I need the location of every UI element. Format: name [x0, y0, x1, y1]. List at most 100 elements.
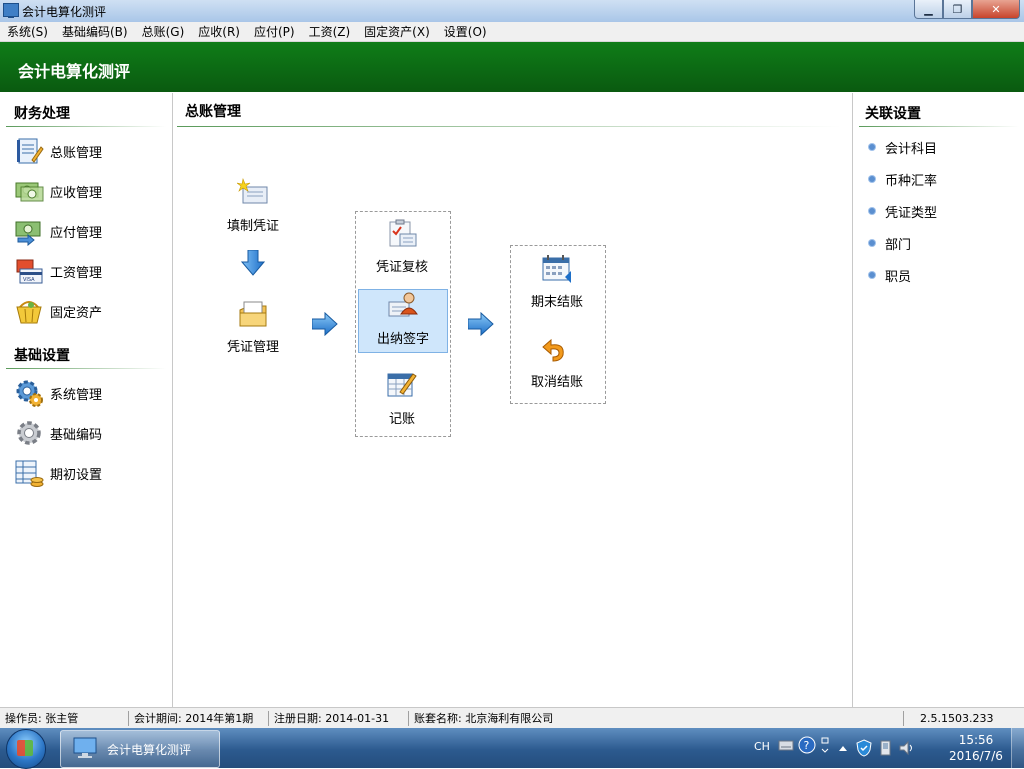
- bullet-icon: [869, 272, 875, 278]
- divider: [859, 126, 1019, 127]
- status-separator: [128, 711, 129, 726]
- link-account-subject[interactable]: 会计科目: [869, 138, 937, 157]
- nav-item-salary[interactable]: VISA 工资管理: [14, 255, 102, 287]
- menu-payable[interactable]: 应付(P): [247, 22, 302, 41]
- nav-label: 固定资产: [50, 305, 103, 321]
- flow-voucher-review[interactable]: 凭证复核: [358, 218, 446, 280]
- divider: [6, 368, 166, 369]
- status-separator: [408, 711, 409, 726]
- taskbar: 会计电算化测评 CH ? 15:56 2016/7/6: [0, 728, 1024, 769]
- flow-label: 填制凭证: [226, 219, 279, 234]
- nav-label: 基础编码: [50, 427, 103, 443]
- device-icon[interactable]: [878, 739, 894, 760]
- status-version: 2.5.1503.233: [920, 712, 994, 725]
- app-icon: [3, 3, 19, 18]
- table-coins-icon: [14, 458, 44, 488]
- center-title: 总账管理: [185, 104, 241, 120]
- review-clipboard-icon: [386, 218, 418, 250]
- link-voucher-type[interactable]: 凭证类型: [869, 202, 938, 221]
- calendar-icon: [541, 253, 573, 285]
- link-label: 部门: [885, 237, 912, 253]
- keyboard-icon[interactable]: [778, 738, 794, 755]
- window-title: 会计电算化测评: [22, 5, 107, 19]
- menu-salary[interactable]: 工资(Z): [302, 22, 358, 41]
- right-title: 关联设置: [865, 106, 921, 122]
- shield-icon[interactable]: [856, 739, 872, 760]
- bullet-icon: [869, 240, 875, 246]
- money-out-icon: [14, 216, 44, 246]
- svg-text:VISA: VISA: [23, 277, 35, 283]
- link-label: 币种汇率: [885, 173, 938, 189]
- left-navigation: 财务处理 总账管理 应收管理 应付管理 VISA 工资管理 固定资产 基础设置: [0, 93, 173, 707]
- system-tray: CH ? 15:56 2016/7/6: [744, 728, 1024, 768]
- link-employee[interactable]: 职员: [869, 266, 912, 285]
- start-button[interactable]: [6, 729, 46, 769]
- title-bar: 会计电算化测评 ▁ ❐ ✕: [0, 0, 1024, 23]
- app-banner: 会计电算化测评: [0, 42, 1024, 92]
- section-finance: 财务处理: [14, 106, 70, 122]
- divider: [177, 126, 841, 127]
- general-ledger-panel: 总账管理 填制凭证 凭证管理 凭证复核 出纳签字 记账 期末结账 取消结账: [173, 93, 851, 707]
- flow-post[interactable]: 记账: [358, 370, 446, 432]
- taskbar-clock[interactable]: 15:56 2016/7/6: [936, 732, 1016, 764]
- taskbar-app-label: 会计电算化测评: [107, 743, 192, 757]
- close-button[interactable]: ✕: [972, 0, 1020, 19]
- svg-text:?: ?: [804, 739, 810, 752]
- status-bar: 操作员: 张主管 会计期间: 2014年第1期 注册日期: 2014-01-31…: [0, 707, 1024, 729]
- speaker-icon[interactable]: [898, 739, 916, 760]
- section-basic-settings: 基础设置: [14, 348, 70, 364]
- bullet-icon: [869, 144, 875, 150]
- menu-basic-coding[interactable]: 基础编码(B): [55, 22, 135, 41]
- status-reg-date: 注册日期: 2014-01-31: [274, 712, 390, 725]
- menu-general-ledger[interactable]: 总账(G): [135, 22, 192, 41]
- cashier-person-icon: [387, 290, 419, 322]
- nav-item-opening-setup[interactable]: 期初设置: [14, 457, 102, 489]
- salary-card-icon: VISA: [14, 256, 44, 286]
- tray-expand-icon[interactable]: [838, 742, 848, 755]
- status-separator: [903, 711, 904, 726]
- nav-item-receivable[interactable]: 应收管理: [14, 175, 102, 207]
- link-label: 凭证类型: [885, 205, 938, 221]
- nav-item-fixed-assets[interactable]: 固定资产: [14, 295, 102, 327]
- asset-basket-icon: [14, 296, 44, 326]
- nav-label: 期初设置: [50, 467, 103, 483]
- options-chevron-icon[interactable]: [820, 736, 830, 759]
- link-label: 职员: [885, 269, 912, 285]
- nav-label: 系统管理: [50, 387, 103, 403]
- help-icon[interactable]: ?: [798, 736, 816, 757]
- new-voucher-icon: [236, 177, 269, 209]
- menu-system[interactable]: 系统(S): [0, 22, 55, 41]
- maximize-button[interactable]: ❐: [943, 0, 972, 19]
- banner-title: 会计电算化测评: [18, 62, 131, 81]
- bullet-icon: [869, 208, 875, 214]
- nav-item-general-ledger[interactable]: 总账管理: [14, 135, 102, 167]
- flow-period-close[interactable]: 期末结账: [513, 253, 601, 315]
- link-department[interactable]: 部门: [869, 234, 912, 253]
- input-language[interactable]: CH: [754, 740, 770, 753]
- nav-label: 总账管理: [50, 145, 103, 161]
- flow-fill-voucher[interactable]: 填制凭证: [209, 177, 297, 239]
- nav-label: 工资管理: [50, 265, 103, 281]
- flow-voucher-manage[interactable]: 凭证管理: [209, 298, 297, 360]
- flow-label: 记账: [388, 412, 415, 427]
- menu-receivable[interactable]: 应收(R): [191, 22, 247, 41]
- window-controls: ▁ ❐ ✕: [914, 0, 1020, 19]
- menu-settings[interactable]: 设置(O): [437, 22, 494, 41]
- taskbar-app-button[interactable]: 会计电算化测评: [60, 730, 220, 768]
- nav-item-basic-coding[interactable]: 基础编码: [14, 417, 102, 449]
- menu-fixed-assets[interactable]: 固定资产(X): [357, 22, 437, 41]
- show-desktop-button[interactable]: [1011, 728, 1024, 768]
- flow-cancel-close[interactable]: 取消结账: [513, 333, 601, 395]
- monitor-icon: [73, 737, 97, 759]
- link-currency-rate[interactable]: 币种汇率: [869, 170, 938, 189]
- divider: [6, 126, 166, 127]
- nav-item-system-manage[interactable]: 系统管理: [14, 377, 102, 409]
- bullet-icon: [869, 176, 875, 182]
- arrow-down-icon: [240, 249, 266, 276]
- arrow-right-icon: [467, 311, 494, 337]
- clock-date: 2016/7/6: [949, 749, 1003, 763]
- nav-item-payable[interactable]: 应付管理: [14, 215, 102, 247]
- minimize-button[interactable]: ▁: [914, 0, 943, 19]
- flow-cashier-sign[interactable]: 出纳签字: [358, 289, 448, 353]
- voucher-folder-icon: [237, 298, 269, 330]
